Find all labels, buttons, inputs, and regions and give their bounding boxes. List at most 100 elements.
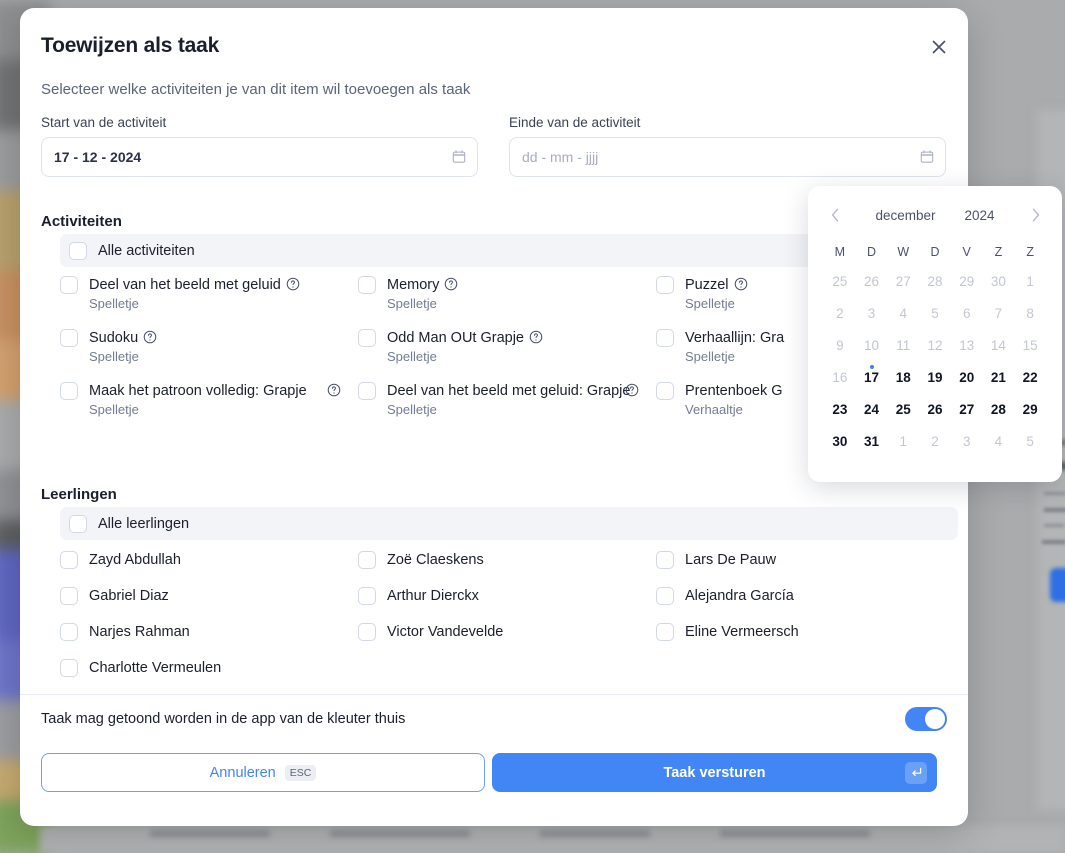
- pupil-checkbox[interactable]: [60, 551, 78, 569]
- datepicker-month[interactable]: december: [875, 208, 935, 223]
- pupil-item[interactable]: Charlotte Vermeulen: [60, 659, 358, 677]
- show-in-app-row: Taak mag getoond worden in de app van de…: [41, 704, 947, 734]
- question-circle-icon[interactable]: [444, 277, 458, 291]
- datepicker-day-number: 16: [832, 370, 847, 385]
- datepicker-day-disabled: 7: [983, 298, 1015, 330]
- question-circle-icon[interactable]: [734, 277, 748, 291]
- activity-item[interactable]: Deel van het beeld met geluidSpelletje: [60, 276, 358, 311]
- calendar-icon[interactable]: [920, 150, 934, 165]
- activity-checkbox[interactable]: [60, 382, 78, 400]
- pupil-checkbox[interactable]: [358, 587, 376, 605]
- pupil-checkbox[interactable]: [656, 587, 674, 605]
- pupil-item[interactable]: Arthur Dierckx: [358, 587, 656, 605]
- datepicker-day-number: 18: [896, 370, 911, 385]
- activity-item[interactable]: SudokuSpelletje: [60, 329, 358, 364]
- pupil-item[interactable]: Alejandra García: [656, 587, 954, 605]
- activity-item[interactable]: Odd Man OUt GrapjeSpelletje: [358, 329, 656, 364]
- pupil-checkbox[interactable]: [358, 551, 376, 569]
- activity-checkbox[interactable]: [656, 329, 674, 347]
- select-all-pupils-checkbox[interactable]: [69, 515, 87, 533]
- pupil-checkbox[interactable]: [60, 587, 78, 605]
- activity-body: MemorySpelletje: [387, 276, 642, 311]
- datepicker-day[interactable]: 24: [856, 394, 888, 426]
- datepicker-day-number: 1: [900, 434, 908, 449]
- datepicker-day-number: 23: [832, 402, 847, 417]
- datepicker-day-number: 27: [896, 274, 911, 289]
- today-marker-dot: [870, 365, 874, 369]
- pupil-item[interactable]: Zayd Abdullah: [60, 551, 358, 569]
- chevron-right-icon[interactable]: [1024, 204, 1046, 226]
- enter-key-icon: [905, 762, 927, 784]
- datepicker-day-number: 30: [991, 274, 1006, 289]
- start-date-input[interactable]: 17 - 12 - 2024: [41, 137, 478, 177]
- datepicker-day-number: 19: [927, 370, 942, 385]
- question-circle-icon[interactable]: [625, 383, 639, 397]
- activity-checkbox[interactable]: [358, 329, 376, 347]
- activity-checkbox[interactable]: [656, 382, 674, 400]
- pupil-checkbox[interactable]: [656, 623, 674, 641]
- question-circle-icon[interactable]: [286, 277, 300, 291]
- select-all-pupils-row[interactable]: Alle leerlingen: [60, 507, 958, 540]
- datepicker-day-disabled: 10: [856, 330, 888, 362]
- pupil-name: Charlotte Vermeulen: [89, 660, 221, 676]
- activity-item[interactable]: Maak het patroon volledig: GrapjeSpellet…: [60, 382, 358, 417]
- submit-task-button[interactable]: Taak versturen: [492, 753, 937, 792]
- datepicker-day-disabled: 28: [919, 266, 951, 298]
- datepicker-day[interactable]: 31: [856, 426, 888, 458]
- pupil-checkbox[interactable]: [358, 623, 376, 641]
- datepicker-day[interactable]: 21: [983, 362, 1015, 394]
- datepicker-day-disabled: 27: [887, 266, 919, 298]
- select-all-activities-label: Alle activiteiten: [98, 243, 195, 259]
- datepicker-day[interactable]: 27: [951, 394, 983, 426]
- datepicker-day-number: 27: [959, 402, 974, 417]
- select-all-pupils-label: Alle leerlingen: [98, 516, 189, 532]
- question-circle-icon[interactable]: [327, 383, 341, 397]
- show-in-app-label: Taak mag getoond worden in de app van de…: [41, 711, 405, 727]
- datepicker-day[interactable]: 30: [824, 426, 856, 458]
- pupil-item[interactable]: Gabriel Diaz: [60, 587, 358, 605]
- show-in-app-toggle[interactable]: [905, 707, 947, 731]
- question-circle-icon[interactable]: [143, 330, 157, 344]
- datepicker-day[interactable]: 17: [856, 362, 888, 394]
- pupil-item[interactable]: Zoë Claeskens: [358, 551, 656, 569]
- datepicker-day-disabled: 3: [951, 426, 983, 458]
- pupil-checkbox[interactable]: [656, 551, 674, 569]
- pupil-checkbox[interactable]: [60, 659, 78, 677]
- pupil-item[interactable]: Eline Vermeersch: [656, 623, 954, 641]
- datepicker-day[interactable]: 28: [983, 394, 1015, 426]
- activity-checkbox[interactable]: [358, 382, 376, 400]
- datepicker-day-number: 28: [991, 402, 1006, 417]
- datepicker-day[interactable]: 19: [919, 362, 951, 394]
- end-date-input[interactable]: dd - mm - jjjj: [509, 137, 946, 177]
- pupil-item[interactable]: Narjes Rahman: [60, 623, 358, 641]
- datepicker-day[interactable]: 20: [951, 362, 983, 394]
- activity-checkbox[interactable]: [358, 276, 376, 294]
- cancel-button[interactable]: Annuleren ESC: [41, 753, 485, 792]
- datepicker-day-number: 22: [1023, 370, 1038, 385]
- activity-item[interactable]: MemorySpelletje: [358, 276, 656, 311]
- datepicker-day[interactable]: 29: [1014, 394, 1046, 426]
- datepicker-day[interactable]: 23: [824, 394, 856, 426]
- datepicker-day[interactable]: 22: [1014, 362, 1046, 394]
- pupil-checkbox[interactable]: [60, 623, 78, 641]
- datepicker-day-number: 2: [931, 434, 939, 449]
- pupil-item[interactable]: Lars De Pauw: [656, 551, 954, 569]
- close-icon[interactable]: [924, 32, 954, 62]
- datepicker-day[interactable]: 18: [887, 362, 919, 394]
- datepicker-day[interactable]: 26: [919, 394, 951, 426]
- datepicker-day-number: 29: [959, 274, 974, 289]
- activity-checkbox[interactable]: [60, 329, 78, 347]
- activity-checkbox[interactable]: [60, 276, 78, 294]
- question-circle-icon[interactable]: [529, 330, 543, 344]
- activity-item[interactable]: Deel van het beeld met geluid: GrapjeSpe…: [358, 382, 656, 417]
- pupil-item[interactable]: Victor Vandevelde: [358, 623, 656, 641]
- datepicker-day-disabled: 8: [1014, 298, 1046, 330]
- activity-checkbox[interactable]: [656, 276, 674, 294]
- select-all-activities-checkbox[interactable]: [69, 242, 87, 260]
- chevron-left-icon[interactable]: [824, 204, 846, 226]
- datepicker-year[interactable]: 2024: [965, 208, 995, 223]
- calendar-icon[interactable]: [452, 150, 466, 165]
- activity-type: Spelletje: [89, 296, 344, 311]
- datepicker-day[interactable]: 25: [887, 394, 919, 426]
- activity-body: Deel van het beeld met geluid: GrapjeSpe…: [387, 382, 642, 417]
